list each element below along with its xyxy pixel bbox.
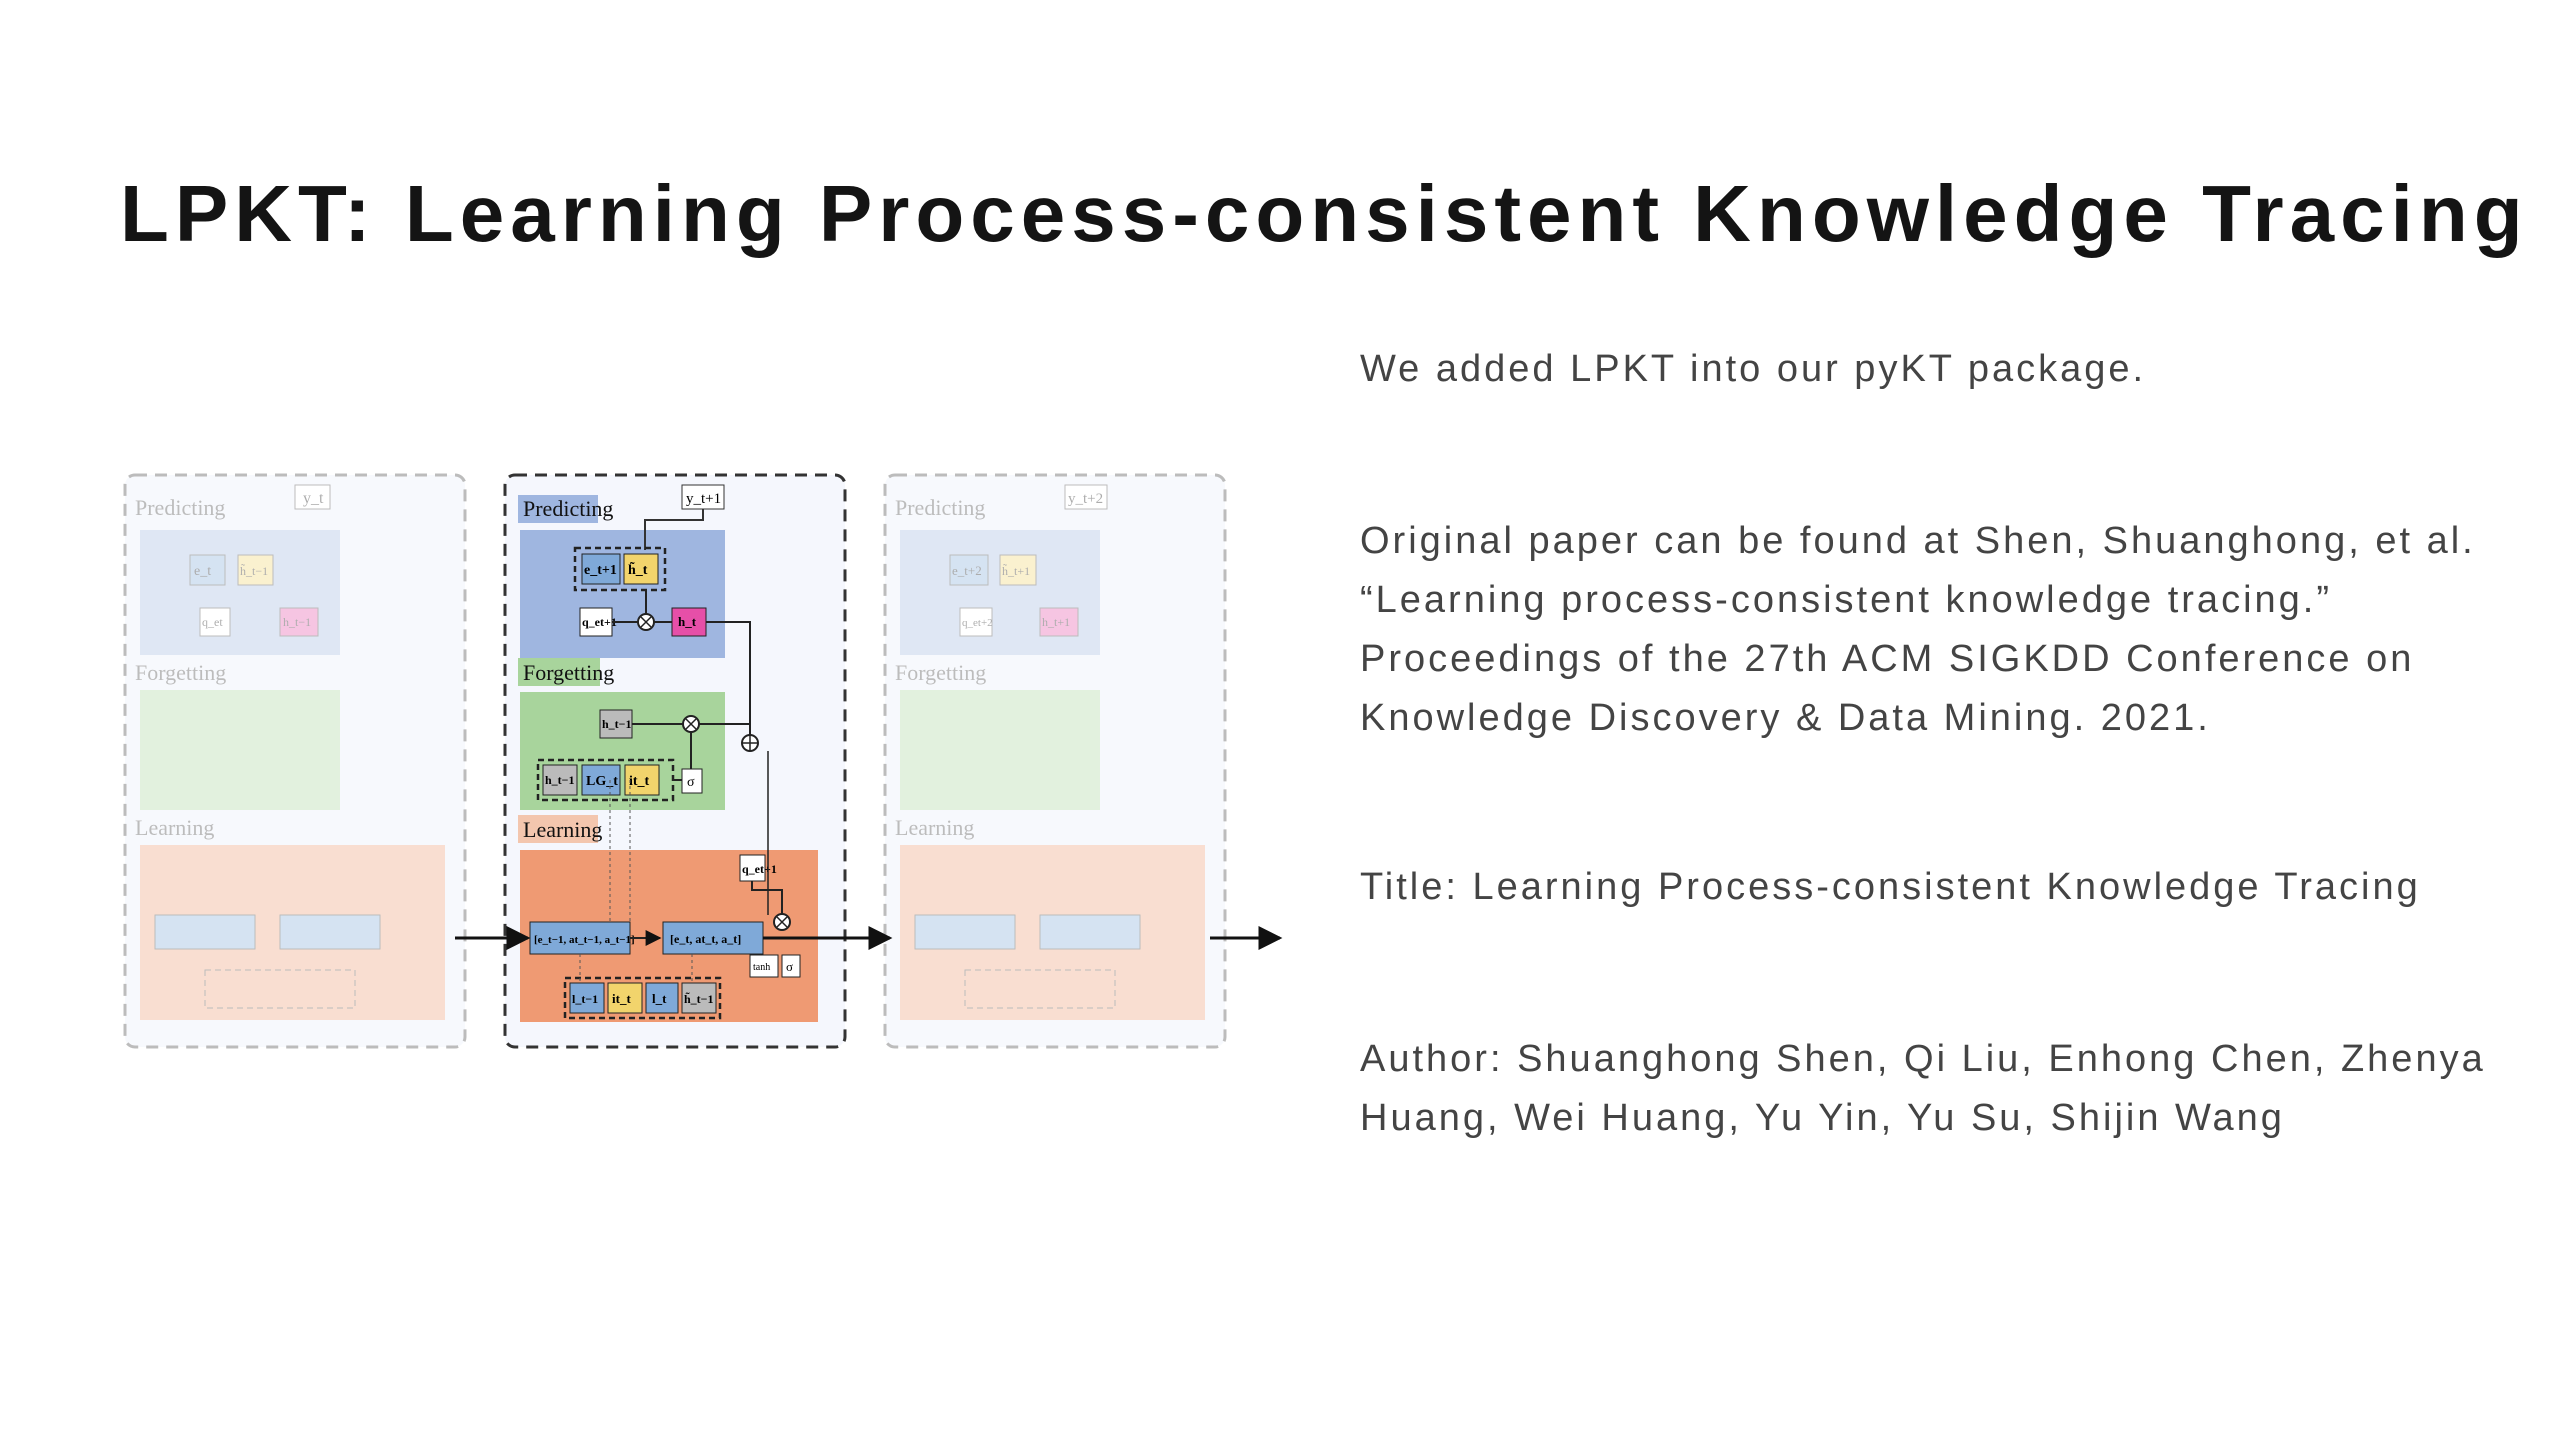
- learning-label: Learning: [523, 817, 602, 842]
- forget-hidden-label: h_t−1: [602, 717, 632, 731]
- question-label-left: q_et: [202, 615, 223, 629]
- gate-it: it_t: [612, 991, 631, 1006]
- authors-text: Author: Shuanghong Shen, Qi Liu, Enhong …: [1360, 1038, 2486, 1139]
- input-h-mid: h̃_t: [628, 560, 648, 578]
- forget-lg: LG_t: [586, 774, 618, 789]
- gate-l-prev: l_t−1: [572, 992, 598, 1006]
- output-label-left: y_t: [303, 490, 324, 507]
- question-label-mid: q_et+1: [582, 615, 617, 629]
- predicting-region: [520, 530, 725, 658]
- forgetting-label: Forgetting: [523, 660, 614, 685]
- hidden-label-left: h_t−1: [283, 615, 311, 629]
- forgetting-label-right: Forgetting: [895, 660, 986, 685]
- activation-label: tanh: [753, 962, 770, 973]
- learning-label-right: Learning: [895, 815, 974, 840]
- input-e-left: e_t: [194, 564, 211, 579]
- predicting-label-left: Predicting: [135, 495, 225, 520]
- intro-text: We added LPKT into our pyKT package.: [1360, 348, 2147, 390]
- slide: LPKT: Learning Process-consistent Knowle…: [0, 0, 2560, 1440]
- timestep-panel-left: Predicting Forgetting Learning y_t e_t h…: [123, 473, 467, 1049]
- citation-text: Original paper can be found at Shen, Shu…: [1360, 520, 2476, 739]
- learning-tuple-curr: [e_t, at_t, a_t]: [670, 932, 741, 946]
- predicting-label-right: Predicting: [895, 495, 985, 520]
- output-label-right: y_t+2: [1068, 491, 1103, 507]
- learning-label-left: Learning: [135, 815, 214, 840]
- timestep-panel-right: Predicting Forgetting Learning y_t+2 e_t…: [883, 473, 1227, 1049]
- hidden-label-mid: h_t: [678, 614, 697, 629]
- forget-sigma: σ: [687, 775, 695, 790]
- slide-title: LPKT: Learning Process-consistent Knowle…: [120, 169, 2529, 258]
- input-e-right: e_t+2: [952, 563, 982, 578]
- lpkt-architecture-diagram: Predicting Forgetting Learning y_t e_t h…: [123, 473, 1283, 1049]
- gate-l: l_t: [652, 991, 667, 1006]
- svg-text:σ: σ: [786, 959, 793, 974]
- hidden-label-right: h_t+1: [1042, 615, 1070, 629]
- input-e-mid: e_t+1: [584, 563, 617, 578]
- learning-question-label: q_et+1: [742, 862, 777, 876]
- forget-prev-hidden: h_t−1: [545, 773, 575, 787]
- learning-tuple-prev: [e_t−1, at_t−1, a_t−1]: [534, 934, 635, 946]
- gate-h-prev: h̃_t−1: [684, 992, 714, 1006]
- question-label-right: q_et+2: [962, 617, 993, 629]
- output-label: y_t+1: [686, 491, 721, 507]
- input-h-right: h̃_t+1: [1002, 563, 1030, 578]
- predicting-label: Predicting: [523, 496, 613, 521]
- timestep-panel-middle: Predicting Forgetting Learning y_t+1 e_t…: [503, 473, 847, 1049]
- input-h-left: h̃_t−1: [240, 563, 268, 578]
- paper-title-text: Title: Learning Process-consistent Knowl…: [1360, 866, 2421, 908]
- forgetting-label-left: Forgetting: [135, 660, 226, 685]
- forget-it: it_t: [629, 774, 650, 789]
